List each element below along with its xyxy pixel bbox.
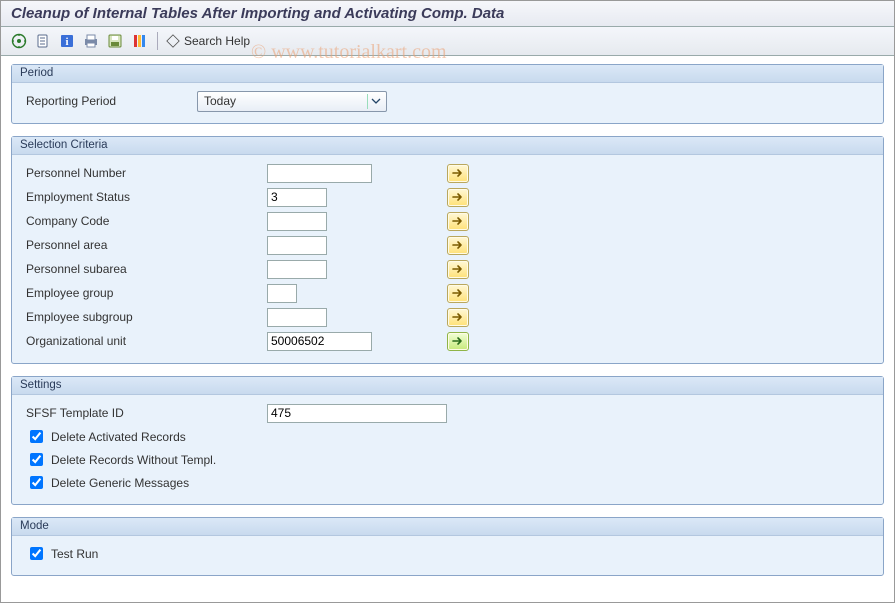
- chevron-down-icon: [367, 94, 384, 109]
- app-window: Cleanup of Internal Tables After Importi…: [0, 0, 895, 603]
- personnel-area-label: Personnel area: [22, 238, 267, 252]
- content-body: Period Reporting Period Today Selection …: [1, 56, 894, 602]
- employee-subgroup-input[interactable]: [267, 308, 327, 327]
- employee-subgroup-multiple-selection-button[interactable]: [447, 308, 469, 327]
- arrow-right-icon: [452, 216, 464, 226]
- group-period: Period Reporting Period Today: [11, 64, 884, 124]
- del-gen-msg-label: Delete Generic Messages: [51, 476, 189, 490]
- arrow-right-icon: [452, 240, 464, 250]
- employment-status-input[interactable]: [267, 188, 327, 207]
- row-employee-group: Employee group: [22, 281, 873, 305]
- employee-subgroup-label: Employee subgroup: [22, 310, 267, 324]
- reporting-period-dropdown[interactable]: Today: [197, 91, 387, 112]
- info-icon[interactable]: i: [57, 31, 77, 51]
- employment-status-multiple-selection-button[interactable]: [447, 188, 469, 207]
- row-personnel-area: Personnel area: [22, 233, 873, 257]
- del-activated-label: Delete Activated Records: [51, 430, 186, 444]
- row-org-unit: Organizational unit: [22, 329, 873, 353]
- row-sfsf-template: SFSF Template ID: [22, 401, 873, 425]
- toolbar: i Search Help: [1, 27, 894, 56]
- personnel-subarea-label: Personnel subarea: [22, 262, 267, 276]
- sfsf-template-label: SFSF Template ID: [22, 406, 267, 420]
- arrow-right-icon: [452, 312, 464, 322]
- employee-group-multiple-selection-button[interactable]: [447, 284, 469, 303]
- test-run-label: Test Run: [51, 547, 98, 561]
- group-settings-title: Settings: [12, 377, 883, 395]
- print-icon[interactable]: [81, 31, 101, 51]
- diamond-icon: [166, 34, 180, 48]
- personnel-area-input[interactable]: [267, 236, 327, 255]
- group-mode: Mode Test Run: [11, 517, 884, 576]
- page-title: Cleanup of Internal Tables After Importi…: [11, 5, 884, 22]
- org-unit-multiple-selection-button[interactable]: [447, 332, 469, 351]
- search-help-label: Search Help: [184, 34, 250, 48]
- arrow-right-icon: [452, 264, 464, 274]
- personnel-area-multiple-selection-button[interactable]: [447, 236, 469, 255]
- row-del-gen-msg[interactable]: Delete Generic Messages: [22, 471, 873, 494]
- row-reporting-period: Reporting Period Today: [22, 89, 873, 113]
- arrow-right-icon: [452, 168, 464, 178]
- row-del-no-templ[interactable]: Delete Records Without Templ.: [22, 448, 873, 471]
- variant-icon[interactable]: [129, 31, 149, 51]
- search-help-button[interactable]: Search Help: [166, 34, 250, 48]
- company-code-label: Company Code: [22, 214, 267, 228]
- group-settings: Settings SFSF Template ID Delete Activat…: [11, 376, 884, 505]
- personnel-subarea-multiple-selection-button[interactable]: [447, 260, 469, 279]
- sfsf-template-input[interactable]: [267, 404, 447, 423]
- personnel-number-label: Personnel Number: [22, 166, 267, 180]
- company-code-multiple-selection-button[interactable]: [447, 212, 469, 231]
- test-run-checkbox[interactable]: [30, 547, 43, 560]
- row-del-activated[interactable]: Delete Activated Records: [22, 425, 873, 448]
- reporting-period-value: Today: [204, 94, 236, 108]
- employment-status-label: Employment Status: [22, 190, 267, 204]
- personnel-number-input[interactable]: [267, 164, 372, 183]
- row-test-run[interactable]: Test Run: [22, 542, 873, 565]
- row-personnel-number: Personnel Number: [22, 161, 873, 185]
- group-mode-title: Mode: [12, 518, 883, 536]
- personnel-subarea-input[interactable]: [267, 260, 327, 279]
- row-personnel-subarea: Personnel subarea: [22, 257, 873, 281]
- del-gen-msg-checkbox[interactable]: [30, 476, 43, 489]
- execute-icon[interactable]: [9, 31, 29, 51]
- arrow-right-icon: [452, 192, 464, 202]
- save-icon[interactable]: [105, 31, 125, 51]
- group-selection-title: Selection Criteria: [12, 137, 883, 155]
- org-unit-label: Organizational unit: [22, 334, 267, 348]
- personnel-number-multiple-selection-button[interactable]: [447, 164, 469, 183]
- employee-group-label: Employee group: [22, 286, 267, 300]
- reporting-period-label: Reporting Period: [22, 94, 197, 108]
- org-unit-input[interactable]: [267, 332, 372, 351]
- del-no-templ-label: Delete Records Without Templ.: [51, 453, 216, 467]
- row-employment-status: Employment Status: [22, 185, 873, 209]
- company-code-input[interactable]: [267, 212, 327, 231]
- del-activated-checkbox[interactable]: [30, 430, 43, 443]
- svg-text:i: i: [65, 36, 68, 48]
- toolbar-separator: [157, 32, 158, 50]
- arrow-right-icon: [452, 288, 464, 298]
- title-bar: Cleanup of Internal Tables After Importi…: [1, 1, 894, 27]
- del-no-templ-checkbox[interactable]: [30, 453, 43, 466]
- row-company-code: Company Code: [22, 209, 873, 233]
- employee-group-input[interactable]: [267, 284, 297, 303]
- arrow-right-icon: [452, 336, 464, 346]
- group-period-title: Period: [12, 65, 883, 83]
- group-selection-criteria: Selection Criteria Personnel Number Emplo…: [11, 136, 884, 364]
- row-employee-subgroup: Employee subgroup: [22, 305, 873, 329]
- new-icon[interactable]: [33, 31, 53, 51]
